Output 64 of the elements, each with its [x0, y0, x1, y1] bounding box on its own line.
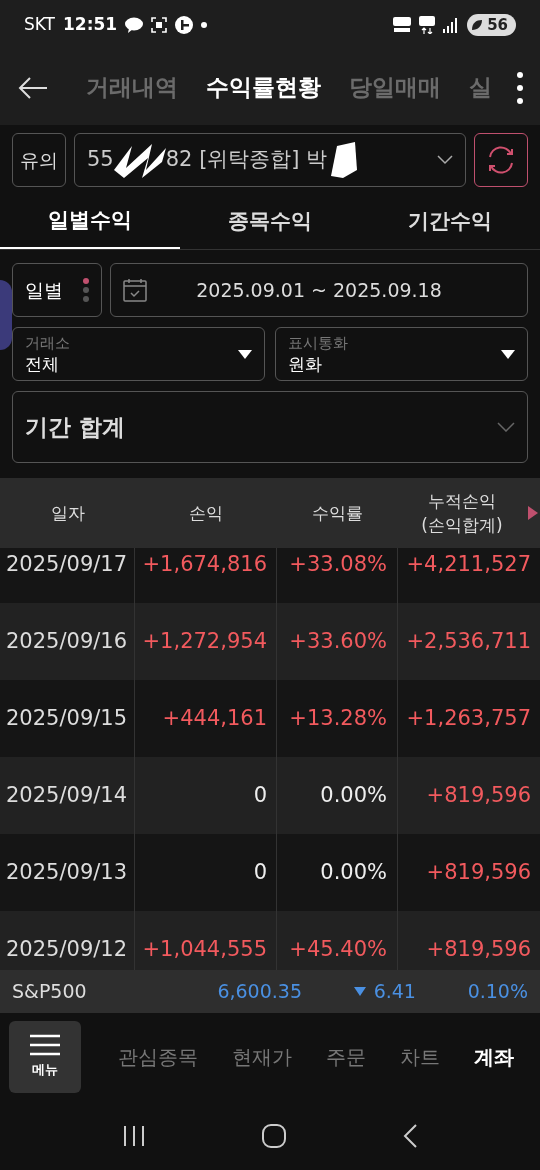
cumulative-cell-text: +4,211,527 [405, 550, 532, 578]
dot-icon [201, 22, 208, 28]
select-label: 거래소 [25, 333, 71, 353]
select-value: 원화 [288, 353, 323, 375]
summary-expander[interactable]: 기간 합계 [12, 391, 528, 463]
dropdown-arrow-icon [501, 349, 515, 359]
dropdown-arrow-icon [238, 349, 252, 359]
nav-tab[interactable]: 계좌 [474, 1042, 514, 1072]
chevron-down-icon [497, 422, 515, 432]
cumulative-cell-text: +819,596 [425, 781, 532, 809]
chevron-down-icon [437, 155, 453, 165]
cumulative-cell-text: +1,263,757 [405, 704, 532, 732]
menu-icon [30, 1034, 60, 1057]
back-arrow-icon [18, 75, 48, 100]
header-tab[interactable]: 수익률현황 [206, 70, 321, 105]
date-range-text: 2025.09.01 ~ 2025.09.18 [195, 277, 443, 303]
cumulative-cell-text: +2,536,711 [405, 627, 532, 655]
ticker-price: 6,600.35 [216, 979, 302, 1005]
leaf-icon [471, 19, 484, 31]
cumulative-cell-text: +819,596 [425, 935, 532, 963]
account-select[interactable]: 55 82 [위탁종합] 박 [74, 133, 466, 187]
nav-tab[interactable]: 차트 [400, 1042, 440, 1072]
column-header: 수익률 [311, 502, 364, 525]
account-number-text: 55 [87, 146, 114, 174]
column-header: 누적손익 (손익합계) [420, 490, 504, 537]
home-icon [262, 1123, 286, 1148]
calendar-icon [123, 278, 147, 302]
screenshot-icon [151, 17, 168, 33]
battery-text: 56 [487, 14, 508, 36]
ticker-rate: 0.10% [467, 979, 528, 1005]
nav-tab[interactable]: 주문 [326, 1042, 366, 1072]
sub-tab[interactable]: 기간수익 [360, 195, 540, 249]
column-header: 손익 [188, 502, 224, 525]
exchange-select[interactable]: 거래소 전체 [12, 327, 265, 381]
nav-tab[interactable]: 현재가 [232, 1042, 292, 1072]
date-range-field[interactable]: 2025.09.01 ~ 2025.09.18 [110, 263, 528, 317]
select-label: 표시통화 [288, 333, 349, 353]
column-header: 일자 [49, 502, 86, 525]
side-handle[interactable] [0, 280, 12, 350]
select-value: 전체 [25, 353, 60, 375]
down-triangle-icon [353, 987, 366, 996]
carrier-text: SKT [24, 13, 55, 37]
signal-icon [443, 17, 460, 33]
scroll-right-icon [528, 506, 538, 520]
clock-text: 12:51 [63, 13, 118, 37]
app-icon [175, 16, 194, 34]
recents-icon [122, 1125, 145, 1146]
chat-icon [125, 17, 144, 33]
more-icon [517, 71, 523, 104]
sub-tab[interactable]: 종목수익 [180, 195, 360, 249]
currency-select[interactable]: 표시통화 원화 [275, 327, 528, 381]
ticker-name: S&P500 [12, 979, 88, 1005]
dots-icon [83, 278, 89, 302]
nav-tab[interactable]: 관심종목 [118, 1042, 198, 1072]
menu-button[interactable]: 메뉴 [9, 1021, 81, 1093]
period-button[interactable]: 일별 [12, 263, 102, 317]
redaction-mark [329, 140, 360, 180]
cumulative-cell-text: +819,596 [425, 858, 532, 886]
caution-button[interactable]: 유의 [12, 133, 66, 187]
refresh-button[interactable] [474, 133, 528, 187]
sub-tab[interactable]: 일별수익 [0, 195, 180, 249]
ticker-change: 6.41 [373, 979, 416, 1005]
account-name-text: 82 [위탁종합] 박 [165, 146, 328, 174]
back-chevron-icon [403, 1123, 418, 1148]
